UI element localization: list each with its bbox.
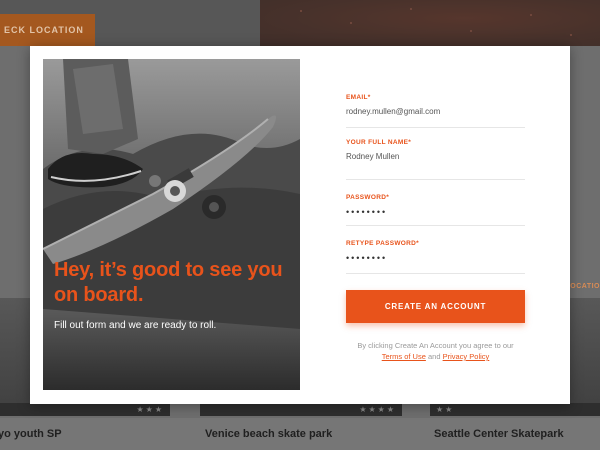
create-account-button[interactable]: CREATE AN ACCOUNT bbox=[346, 290, 525, 323]
terms-of-use-link[interactable]: Terms of Use bbox=[382, 352, 426, 361]
rating-stars: ★★ bbox=[430, 403, 600, 416]
password-field-group: PASSWORD* bbox=[346, 180, 525, 226]
retype-password-label: RETYPE PASSWORD* bbox=[346, 240, 419, 247]
password-label: PASSWORD* bbox=[346, 194, 390, 201]
terms-notice: By clicking Create An Account you agree … bbox=[346, 340, 525, 362]
signup-form: EMAIL* YOUR FULL NAME* PASSWORD* RETYPE … bbox=[346, 88, 525, 274]
full-name-field[interactable] bbox=[346, 152, 525, 161]
signup-modal: Hey, it’s good to see you on board. Fill… bbox=[30, 46, 570, 404]
privacy-policy-link[interactable]: Privacy Policy bbox=[443, 352, 490, 361]
terms-text: By clicking Create An Account you agree … bbox=[357, 341, 514, 350]
rating-stars: ★★★★ bbox=[200, 403, 402, 416]
skateboard-photo bbox=[43, 59, 300, 390]
email-label: EMAIL* bbox=[346, 94, 371, 101]
retype-password-field-group: RETYPE PASSWORD* bbox=[346, 226, 525, 274]
background-card-title[interactable]: Seattle Center Skatepark bbox=[434, 428, 564, 440]
full-name-field-group: YOUR FULL NAME* bbox=[346, 128, 525, 180]
hero-heading: Hey, it’s good to see you on board. bbox=[54, 259, 283, 306]
hero-image-panel: Hey, it’s good to see you on board. Fill… bbox=[43, 59, 300, 390]
background-card-title[interactable]: Venice beach skate park bbox=[205, 428, 332, 440]
background-side-label: LOCATIO bbox=[565, 283, 600, 290]
email-field[interactable] bbox=[346, 107, 525, 116]
password-field[interactable] bbox=[346, 207, 525, 217]
rating-stars: ★★★ bbox=[0, 403, 170, 416]
full-name-label: YOUR FULL NAME* bbox=[346, 139, 412, 146]
email-field-group: EMAIL* bbox=[346, 88, 525, 128]
check-location-button[interactable]: ECK LOCATION bbox=[0, 14, 95, 46]
hero-subheading: Fill out form and we are ready to roll. bbox=[54, 320, 217, 331]
terms-and-text: and bbox=[427, 352, 441, 361]
retype-password-field[interactable] bbox=[346, 253, 525, 263]
background-card-title[interactable]: yo youth SP bbox=[0, 428, 62, 440]
